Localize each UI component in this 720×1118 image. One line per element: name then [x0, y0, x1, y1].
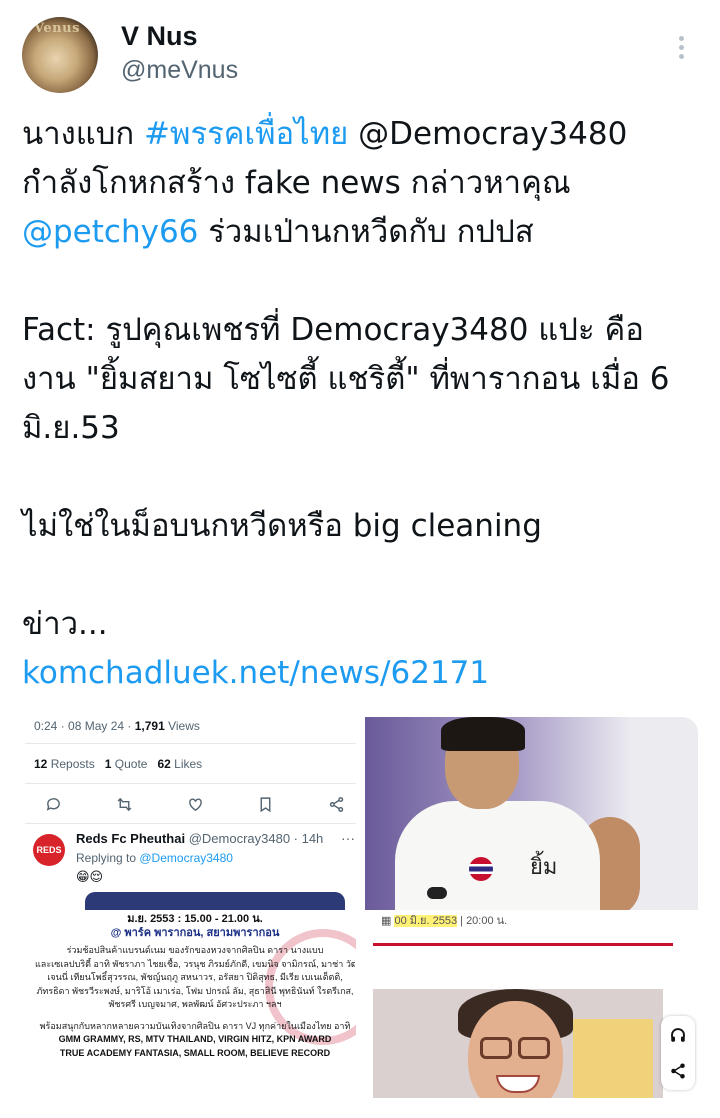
tweet-body: นางแบก #พรรคเพื่อไทย @Democray3480 กำลัง…: [22, 110, 702, 698]
author-avatar[interactable]: Venus: [22, 17, 98, 93]
media-screenshot-quoted-tweet[interactable]: 0:24 · 08 May 24 · 1,791 Views 12 Repost…: [25, 717, 356, 910]
replying-to: Replying to @Democray3480: [76, 851, 233, 865]
author-handle[interactable]: @meVnus: [121, 56, 238, 85]
share-icon: [329, 797, 344, 812]
repost-icon: [117, 797, 132, 812]
reply-more-icon: ···: [341, 830, 355, 846]
bookmark-icon: [260, 797, 271, 813]
poster-text: ม.ย. 2553 : 15.00 - 21.00 น. @ พาร์ค พาร…: [35, 913, 355, 1058]
mention-link[interactable]: @petchy66: [22, 214, 198, 250]
reply-media-preview: [85, 892, 345, 910]
tweet-line: งาน "ยิ้มสยาม โซไซตี้ แชริตี้" ที่พารากอ…: [22, 361, 670, 397]
tweet-line: มิ.ย.53: [22, 410, 120, 446]
quoted-action-bar: [45, 796, 345, 813]
media-news-screenshot[interactable]: ▦ 00 มิ.ย. 2553 | 20:00 น.: [365, 913, 698, 1098]
tweet-line: ข่าว...: [22, 606, 108, 642]
shirt-text: ยิ้ม: [530, 854, 558, 879]
reply-icon: [46, 798, 60, 811]
media-photo-man-white-shirt[interactable]: ยิ้ม: [365, 717, 698, 910]
tweet-text: ร่วมเป่านกหวีดกับ กปปส: [198, 214, 534, 250]
floating-actions: [661, 1016, 695, 1090]
news-date: ▦ 00 มิ.ย. 2553 | 20:00 น.: [381, 915, 508, 927]
thai-flag-badge-icon: [469, 857, 493, 881]
media-event-poster[interactable]: ม.ย. 2553 : 15.00 - 21.00 น. @ พาร์ค พาร…: [25, 913, 356, 1098]
reds-avatar: REDS: [33, 834, 65, 866]
news-photo-woman: [373, 989, 663, 1098]
tweet-text: @Democray3480: [348, 116, 628, 152]
author-display-name[interactable]: V Nus: [121, 21, 198, 52]
avatar-text: Venus: [34, 21, 80, 36]
news-link[interactable]: komchadluek.net/news/62171: [22, 655, 489, 691]
tweet-line: กำลังโกหกสร้าง fake news กล่าวหาคุณ: [22, 165, 571, 201]
quoted-meta: 0:24 · 08 May 24 · 1,791 Views: [34, 719, 200, 733]
share-icon[interactable]: [669, 1062, 687, 1080]
reply-author: Reds Fc Pheuthai @Democray3480 · 14h: [76, 831, 324, 846]
more-options-icon[interactable]: [672, 36, 690, 66]
reply-emoji: 😁😌: [76, 869, 104, 884]
hashtag-link[interactable]: #พรรคเพื่อไทย: [144, 116, 348, 152]
microphone-icon: [427, 887, 447, 899]
quoted-stats: 12 Reposts 1 Quote 62 Likes: [34, 757, 203, 771]
tweet-text: นางแบก: [22, 116, 145, 152]
like-icon: [188, 798, 202, 812]
tweet-line: ไม่ใช่ในม็อบนกหวีดหรือ big cleaning: [22, 508, 542, 544]
headphones-icon[interactable]: [669, 1026, 687, 1044]
tweet-line: Fact: รูปคุณเพชรที่ Democray3480 แปะ คือ: [22, 312, 644, 348]
